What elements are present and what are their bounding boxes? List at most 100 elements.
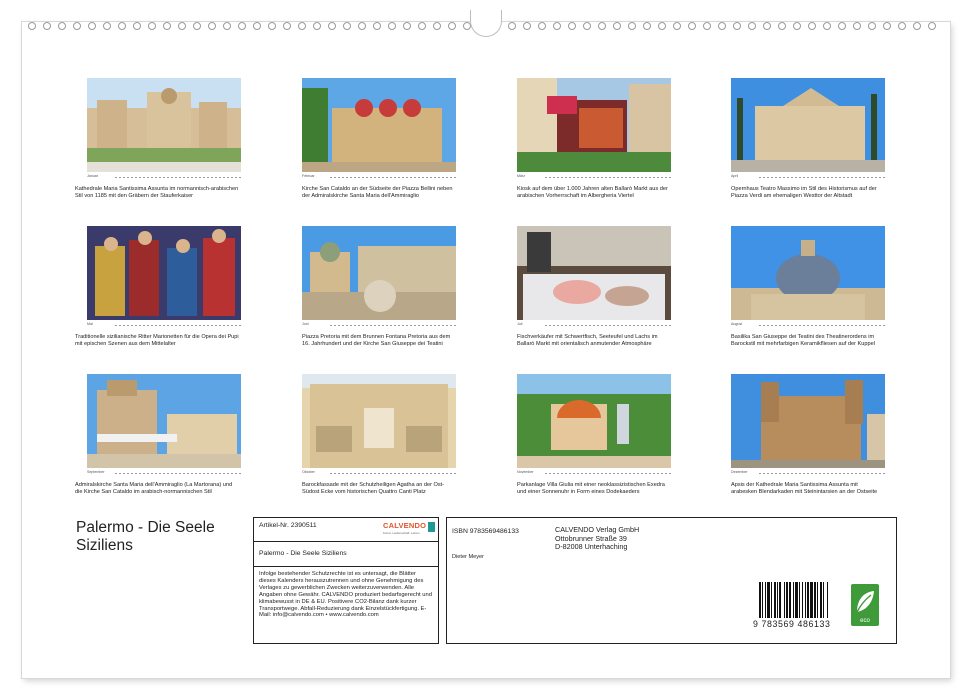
article-number: Artikel-Nr. 2390511 [259,522,317,529]
barcode-bar [805,582,806,618]
binding-hole [928,22,936,30]
month-photo [87,78,241,172]
binding-hole [178,22,186,30]
mini-calendar: März [517,174,671,182]
binding-hole [883,22,891,30]
eco-badge: eco [851,584,879,626]
day-strip [759,325,885,326]
barcode-bar [789,582,791,618]
month-photo [517,374,671,468]
binding-hole [283,22,291,30]
binding-hole [418,22,426,30]
binding-hole [268,22,276,30]
day-strip [330,177,456,178]
day-strip [759,473,885,474]
month-label: April [731,174,739,178]
isbn-box: ISBN 9783569486133 CALVENDO Verlag GmbH … [446,517,897,644]
mini-calendar: Oktober [302,470,456,478]
binding-hole [748,22,756,30]
month-label: März [517,174,525,178]
month-photo [731,226,885,320]
mini-calendar: Februar [302,174,456,182]
barcode-bar [771,582,772,618]
month-photo [302,226,456,320]
month-label: Februar [302,174,315,178]
month-photo [87,226,241,320]
barcode-bar [817,582,818,618]
mini-calendar: Mai [87,322,241,330]
barcode-bar [777,582,778,618]
binding-hole [133,22,141,30]
binding-hole [778,22,786,30]
mini-calendar: August [731,322,885,330]
barcode-bar [799,582,800,618]
month-label: Oktober [302,470,315,474]
barcode-bar [814,582,816,618]
calendar-title: Palermo - Die Seele Siziliens [76,519,215,555]
month-caption: Basilika San Giuseppe dei Teatini des Th… [731,334,875,347]
month-label: Januar [87,174,98,178]
day-strip [115,325,241,326]
month-photo [731,78,885,172]
binding-hole [613,22,621,30]
month-tile: März Kiosk auf dem über 1.000 Jahren alt… [517,78,671,200]
month-label: Dezember [731,470,748,474]
month-label: August [731,322,743,326]
month-photo [302,78,456,172]
month-caption: Kirche San Cataldo an der Südseite der P… [302,186,453,199]
article-box: Artikel-Nr. 2390511 CALVENDO Kunst. Leid… [253,517,439,543]
binding-hole [913,22,921,30]
barcode-bar [767,582,770,618]
binding-hole [343,22,351,30]
month-label: November [517,470,534,474]
month-tile: November Parkanlage Villa Giulia mit ein… [517,374,671,496]
barcode-bar [795,582,798,618]
binding-hole [193,22,201,30]
binding-hole [568,22,576,30]
month-caption: Piazza Pretoria mit dem Brunnen Fontana … [302,334,451,347]
month-label: Juni [302,322,309,326]
mini-calendar: Juni [302,322,456,330]
binding-hole [808,22,816,30]
binding-hole [163,22,171,30]
title-line-2: Siziliens [76,537,133,554]
binding-hole [523,22,531,30]
day-strip [115,177,241,178]
month-caption: Apsis der Kathedrale Maria Santissima As… [731,482,878,495]
barcode-bar [810,582,813,618]
day-strip [545,473,671,474]
product-title-box: Palermo - Die Seele Siziliens [253,541,439,568]
barcode-bar [762,582,763,618]
month-tile: Juli Fischverkäufer mit Schwertfisch, Se… [517,226,671,348]
day-strip [330,473,456,474]
binding-hole [313,22,321,30]
author: Dieter Meyer [452,554,485,560]
month-label: Juli [517,322,523,326]
binding-hole [28,22,36,30]
month-photo [517,226,671,320]
barcode-bar [823,582,824,618]
binding-hole [703,22,711,30]
binding-hole [358,22,366,30]
month-tile: Januar Kathedrale Maria Santissima Assun… [75,78,241,200]
binding-hole [103,22,111,30]
binding-hole [373,22,381,30]
month-tile: Juni Piazza Pretoria mit dem Brunnen Fon… [302,226,456,348]
day-strip [330,325,456,326]
month-tile: Februar Kirche San Cataldo an der Südsei… [302,78,456,200]
leaf-icon [856,591,874,613]
month-tile: Mai Traditionelle sizilianische Ritter M… [75,226,241,348]
binding-hole [868,22,876,30]
binding-hole [148,22,156,30]
month-tile: Dezember Apsis der Kathedrale Maria Sant… [731,374,885,496]
binding-hole [823,22,831,30]
binding-hole [673,22,681,30]
barcode-bar [779,582,781,618]
binding-hole [718,22,726,30]
binding-hole [328,22,336,30]
legal-text: Infolge bestehender Schutzrechte ist es … [259,571,432,619]
month-caption: Barockfassade mit der Schutzheiligen Aga… [302,482,445,495]
binding-hole [853,22,861,30]
binding-hole [628,22,636,30]
barcode-bar [765,582,766,618]
